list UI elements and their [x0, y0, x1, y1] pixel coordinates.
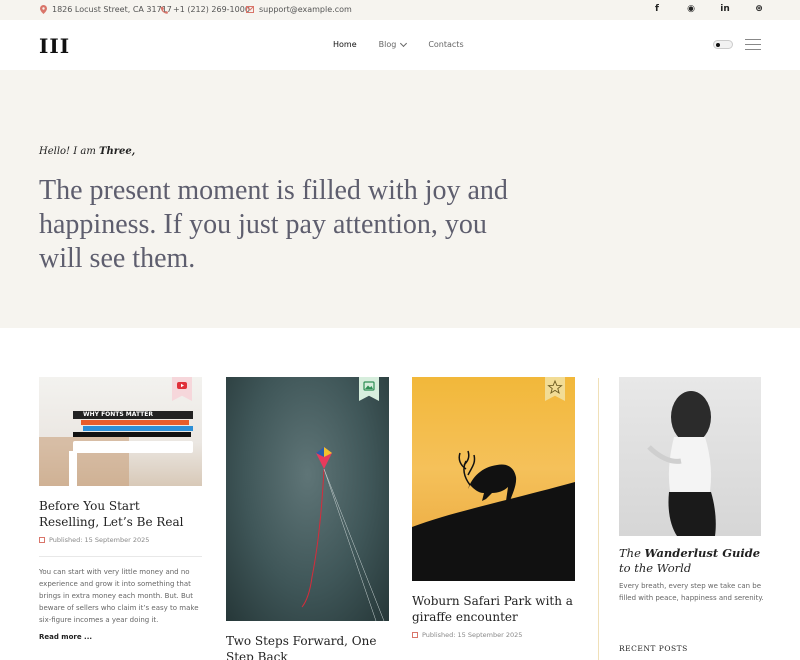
post-date: Published: 15 September 2025 — [39, 536, 202, 544]
linkedin-icon[interactable]: in — [720, 4, 730, 14]
post-title[interactable]: Woburn Safari Park with a giraffe encoun… — [412, 593, 575, 625]
title-part: to the World — [619, 561, 692, 575]
post-card: Woburn Safari Park with a giraffe encoun… — [412, 377, 575, 639]
top-bar: 1826 Locust Street, CA 31717 +1 (212) 26… — [0, 0, 800, 20]
email-text[interactable]: support@example.com — [259, 5, 352, 14]
nav-item-blog[interactable]: Blog — [378, 39, 408, 49]
video-icon — [177, 382, 187, 389]
github-icon[interactable]: ◉ — [686, 4, 696, 14]
post-excerpt: You can start with very little money and… — [39, 568, 199, 624]
greeting-name: Three, — [99, 146, 136, 157]
hero-headline: The present moment is filled with joy an… — [39, 175, 508, 274]
post-image-deer[interactable] — [412, 377, 575, 581]
greeting-prefix: Hello! I am — [39, 146, 100, 157]
nav-label: Home — [333, 40, 357, 49]
hamburger-menu-icon[interactable] — [745, 39, 761, 54]
nav-label: Blog — [378, 40, 397, 49]
address-info: 1826 Locust Street, CA 31717 — [40, 5, 172, 14]
address-text: 1826 Locust Street, CA 31717 — [52, 5, 172, 14]
gallery-icon — [363, 381, 375, 391]
title-part-bold: Wanderlust Guide — [644, 546, 761, 560]
mail-icon — [246, 6, 254, 13]
post-image-books[interactable]: WHY FONTS MATTER — [39, 377, 202, 486]
phone-text[interactable]: +1 (212) 269-1000 — [173, 5, 250, 14]
toggle-knob — [716, 43, 720, 47]
post-card: WHY FONTS MATTER Before You Start Resell… — [39, 377, 202, 641]
date-text: Published: 15 September 2025 — [422, 631, 523, 639]
recent-posts-heading: RECENT POSTS — [619, 644, 688, 653]
book-spine-label: WHY FONTS MATTER — [73, 411, 193, 419]
date-text: Published: 15 September 2025 — [49, 536, 150, 544]
post-title[interactable]: Before You Start Reselling, Let’s Be Rea… — [39, 498, 202, 530]
post-card: Two Steps Forward, One Step Back — [226, 377, 389, 660]
chevron-down-icon — [400, 39, 408, 47]
nav-label: Contacts — [428, 40, 464, 49]
post-title[interactable]: Two Steps Forward, One Step Back — [226, 633, 389, 660]
location-pin-icon — [40, 5, 47, 14]
star-icon — [547, 379, 563, 395]
read-more-link[interactable]: Read more ... — [39, 633, 202, 641]
sidebar-title[interactable]: The Wanderlust Guide to the World — [619, 546, 769, 576]
hero-section: Hello! I am Three, The present moment is… — [0, 70, 800, 328]
site-header: III Home Blog Contacts — [0, 20, 800, 70]
phone-icon — [160, 6, 168, 14]
sidebar-text: Every breath, every step we take can be … — [619, 582, 764, 602]
social-links: f ◉ in ⊛ — [652, 4, 764, 14]
nav-item-home[interactable]: Home — [333, 40, 357, 49]
title-part: The — [619, 546, 645, 560]
ribbon-badge — [172, 377, 192, 401]
theme-toggle[interactable] — [713, 40, 733, 49]
portrait-illustration — [647, 391, 716, 536]
kite-illustration — [301, 447, 385, 621]
calendar-icon — [39, 537, 45, 543]
divider — [39, 556, 202, 557]
nav-item-contacts[interactable]: Contacts — [428, 40, 463, 49]
email-info[interactable]: support@example.com — [246, 5, 352, 14]
phone-info[interactable]: +1 (212) 269-1000 — [160, 5, 250, 14]
sidebar-image-woman[interactable] — [619, 377, 761, 536]
post-image-kite[interactable] — [226, 377, 389, 621]
hero-greeting: Hello! I am Three, — [39, 146, 135, 157]
facebook-icon[interactable]: f — [652, 4, 662, 14]
main-nav: Home Blog Contacts — [333, 39, 486, 49]
calendar-icon — [412, 632, 418, 638]
post-date: Published: 15 September 2025 — [412, 631, 575, 639]
site-logo[interactable]: III — [39, 34, 70, 58]
deer-silhouette — [412, 450, 575, 581]
sidebar-divider — [598, 378, 599, 660]
dribbble-icon[interactable]: ⊛ — [754, 4, 764, 14]
